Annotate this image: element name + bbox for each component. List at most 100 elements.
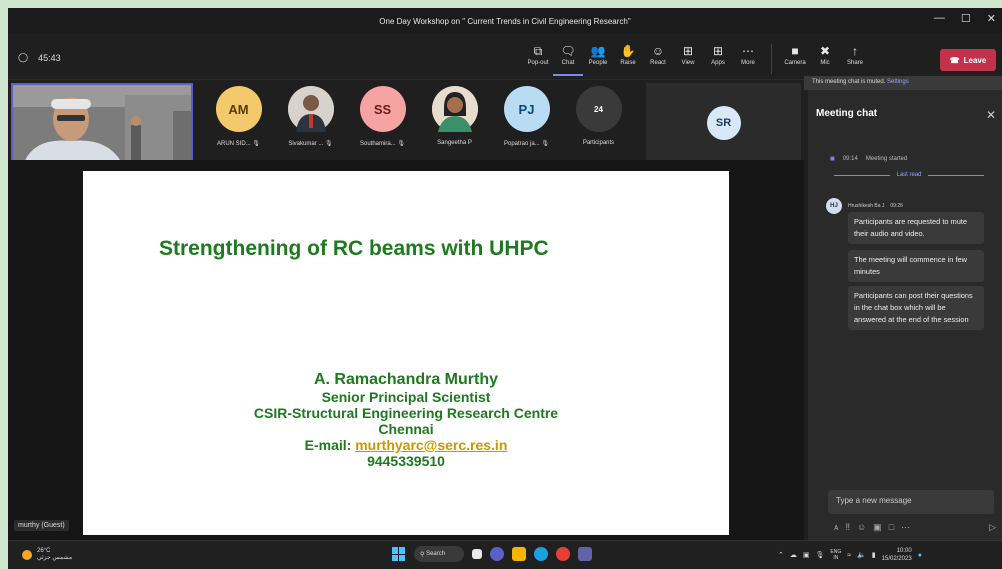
attach-icon[interactable]: ‼: [845, 522, 850, 533]
last-read-divider: Last read: [834, 172, 984, 178]
taskbar-search[interactable]: ⚲ Search: [414, 546, 464, 562]
author-name: Hrushikesh Ba J: [848, 203, 885, 209]
more-button[interactable]: ⋯ More: [733, 42, 763, 76]
grid-icon: ⊞: [682, 44, 694, 58]
chat-message[interactable]: Participants are requested to mute their…: [848, 212, 984, 244]
weather-widget[interactable]: 26°C مشمس جزئي: [22, 548, 72, 561]
featured-participant-tile[interactable]: SR: [646, 83, 801, 163]
language-indicator[interactable]: ENG IN: [830, 549, 841, 561]
shield-icon: ◯: [18, 52, 29, 62]
share-button[interactable]: ↑ Share: [840, 42, 870, 76]
search-label: Search: [426, 551, 446, 557]
react-button[interactable]: ☺ React: [643, 42, 673, 76]
chevron-up-icon[interactable]: ⌃: [778, 551, 784, 559]
last-read-label: Last read: [896, 172, 922, 178]
email-link[interactable]: murthyarc@serc.res.in: [355, 437, 507, 453]
weather-sun-icon: [22, 549, 32, 560]
chat-message[interactable]: The meeting will commence in few minutes: [848, 250, 984, 282]
mic-off-icon: ✖: [819, 44, 831, 58]
share-icon: ↑: [852, 44, 858, 58]
mic-button[interactable]: ✖ Mic: [810, 42, 840, 76]
maximize-icon[interactable]: ☐: [961, 12, 971, 25]
windows-start-icon[interactable]: [392, 547, 406, 561]
volume-icon[interactable]: 🔈: [857, 551, 866, 559]
minimize-icon[interactable]: —: [934, 12, 945, 25]
settings-link[interactable]: Settings: [887, 79, 909, 85]
file-explorer-icon[interactable]: [512, 547, 526, 561]
avatar: [287, 86, 334, 132]
participant-tile[interactable]: SS Southamira... 🎙: [347, 86, 418, 147]
participant-strip: AM ARUN SID... 🎙 Sivakumar ... 🎙 SS Sout…: [8, 80, 804, 163]
chat-message[interactable]: Participants can post their questions in…: [848, 286, 984, 330]
chat-muted-banner: This meeting chat is muted. Settings: [804, 76, 1002, 90]
divider-line: [834, 174, 891, 176]
self-name-label: murthy (Guest): [14, 520, 69, 531]
divider-line: [927, 174, 984, 176]
participant-tile[interactable]: Sangeetha P: [419, 86, 490, 147]
edge-icon[interactable]: [534, 547, 548, 561]
self-video-tile[interactable]: [11, 83, 193, 163]
emoji-icon[interactable]: ☺: [857, 522, 866, 533]
participant-tile[interactable]: PJ Popatrao ja... 🎙: [491, 86, 562, 147]
camera-button[interactable]: ■ Camera: [780, 42, 810, 76]
mic-tray-icon[interactable]: 🎙: [816, 551, 825, 559]
smiley-icon: ☺: [651, 44, 665, 58]
mic-muted-icon: 🎙: [397, 141, 405, 147]
close-chat-icon[interactable]: ✕: [986, 108, 996, 122]
close-icon[interactable]: ✕: [987, 12, 996, 25]
view-label: View: [681, 60, 695, 66]
teams-meeting-window: One Day Workshop on " Current Trends in …: [8, 8, 1002, 569]
meeting-timer: ◯ 45:43: [18, 52, 61, 63]
avatar: SS: [359, 86, 406, 132]
send-icon[interactable]: ▷: [989, 522, 996, 533]
elapsed-time: 45:43: [38, 52, 61, 63]
chrome-icon[interactable]: [556, 547, 570, 561]
slide-author-block: A. Ramachandra Murthy Senior Principal S…: [83, 371, 729, 469]
camera-label: Camera: [784, 60, 806, 66]
battery-icon[interactable]: ▮: [872, 551, 876, 559]
format-icon[interactable]: ᴀ: [834, 522, 838, 533]
shared-screen-stage: Strengthening of RC beams with UHPC A. R…: [8, 160, 804, 540]
participant-tile[interactable]: AM ARUN SID... 🎙: [203, 86, 274, 147]
apps-button[interactable]: ⊞ Apps: [703, 42, 733, 76]
chat-header: Meeting chat ✕: [816, 108, 996, 122]
share-label: Share: [846, 60, 863, 66]
chat-button[interactable]: 🗨 Chat: [553, 42, 583, 76]
more-icon: ⋯: [742, 44, 754, 58]
app-tray-icon[interactable]: ▣: [803, 551, 810, 559]
meeting-toolbar: ◯ 45:43 ⧉ Pop-out 🗨 Chat 👥 People ✋ Raise ☺ R…: [8, 34, 1002, 80]
popout-button[interactable]: ⧉ Pop-out: [523, 42, 553, 76]
participant-name: Southamira... 🎙: [360, 141, 405, 147]
raise-hand-button[interactable]: ✋ Raise: [613, 42, 643, 76]
camera-icon: ■: [791, 44, 799, 58]
participant-name: Sangeetha P: [437, 140, 472, 146]
participant-tile[interactable]: Sivakumar ... 🎙: [275, 86, 346, 147]
avatar: [431, 86, 478, 132]
leave-button[interactable]: ☎ Leave: [940, 49, 996, 71]
avatar: PJ: [503, 86, 550, 132]
more-options-icon[interactable]: ⋯: [901, 522, 910, 533]
message-compose-input[interactable]: Type a new message: [828, 490, 994, 514]
leave-label: Leave: [963, 55, 987, 65]
view-button[interactable]: ⊞ View: [673, 42, 703, 76]
compose-toolbar: ᴀ ‼ ☺ ▣ □ ⋯ ▷: [834, 522, 996, 533]
teams-chat-icon[interactable]: [490, 547, 504, 561]
participants-count-tile[interactable]: 24 Participants: [563, 86, 634, 147]
notification-icon[interactable]: ●: [918, 552, 922, 559]
taskbar-apps: ⚲ Search: [392, 546, 592, 562]
people-button[interactable]: 👥 People: [583, 42, 613, 76]
chat-label: Chat: [561, 60, 575, 66]
meeting-chat-panel: This meeting chat is muted. Settings Mee…: [804, 76, 1002, 540]
wifi-icon[interactable]: ≈: [847, 552, 851, 559]
toolbar-divider: [771, 44, 772, 74]
more-label: More: [741, 60, 755, 66]
profile-photo: [431, 86, 478, 132]
taskbar-clock[interactable]: 10:00 15/02/2023: [882, 547, 912, 563]
sticker-icon[interactable]: □: [889, 522, 894, 533]
teams-icon[interactable]: [578, 547, 592, 561]
gif-icon[interactable]: ▣: [873, 522, 882, 533]
task-view-icon[interactable]: [472, 549, 482, 559]
cloud-icon[interactable]: ☁: [790, 551, 797, 559]
participant-name: ARUN SID... 🎙: [217, 141, 260, 147]
avatar: HJ: [826, 198, 842, 214]
